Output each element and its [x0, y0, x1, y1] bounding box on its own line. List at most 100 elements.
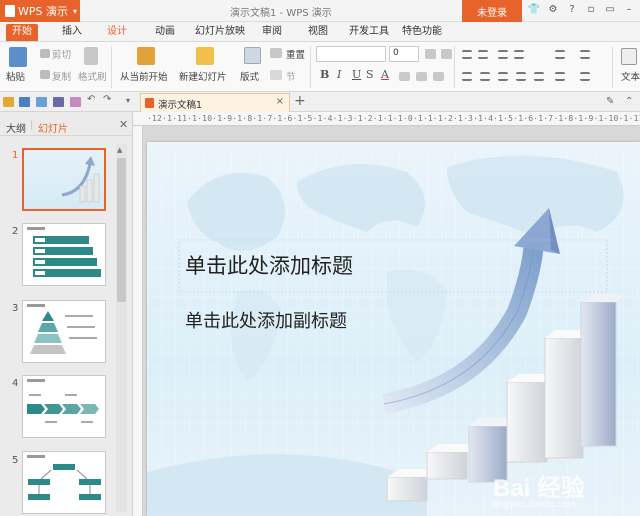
new-slide-button[interactable]: 新建幻灯片	[179, 69, 227, 83]
tab-outline[interactable]: 大纲	[6, 120, 26, 135]
export-pdf-icon[interactable]	[36, 97, 47, 107]
underline-button[interactable]: U	[352, 68, 361, 81]
text-direction-icon[interactable]	[580, 50, 590, 59]
tab-home[interactable]: 开始	[6, 24, 38, 41]
restore-icon[interactable]: ▭	[603, 3, 617, 17]
slide-number: 1	[12, 150, 19, 161]
subscript-icon[interactable]	[416, 72, 427, 81]
increase-indent-icon[interactable]	[514, 50, 524, 59]
preview-icon[interactable]	[70, 97, 81, 107]
panel-tabs: 大纲 | 幻灯片 ✕	[0, 112, 133, 136]
align-right-icon[interactable]	[498, 72, 508, 81]
help-icon[interactable]: ?	[565, 3, 579, 17]
tab-developer[interactable]: 开发工具	[349, 25, 389, 42]
new-tab-icon[interactable]: +	[294, 93, 306, 109]
print-icon[interactable]	[53, 97, 64, 107]
tab-slideshow[interactable]: 幻灯片放映	[195, 25, 245, 42]
cut-icon	[40, 49, 50, 58]
align-left-icon[interactable]	[462, 72, 472, 81]
window-title: 演示文稿1 - WPS 演示	[230, 8, 332, 19]
tab-insert[interactable]: 插入	[62, 25, 82, 42]
section-button[interactable]: 节	[286, 69, 296, 83]
skin-icon[interactable]: 👕	[527, 3, 541, 17]
tab-animation[interactable]: 动画	[155, 25, 175, 42]
line-spacing-icon[interactable]	[555, 50, 565, 59]
login-button[interactable]: 未登录	[462, 0, 522, 22]
watermark-brand: Bai 经验	[493, 475, 586, 502]
settings-icon[interactable]: ⚙	[546, 3, 560, 17]
text-box-icon	[621, 48, 637, 65]
font-size-select[interactable]: 0	[389, 46, 419, 62]
slide-thumbnail-1[interactable]	[22, 148, 106, 211]
thumbnail-pyramid-graphic	[27, 304, 97, 354]
slide-number: 5	[12, 455, 19, 466]
ribbon: 粘贴 剪切 复制 格式刷 从当前开始 新建幻灯片 版式 重置 节 0 B I U…	[0, 42, 640, 92]
bold-button[interactable]: B	[320, 68, 329, 81]
paste-button[interactable]: 粘贴	[6, 69, 25, 83]
title-bar: WPS 演示 ▾ 演示文稿1 - WPS 演示 未登录 👕 ⚙ ? ▫ ▭ –	[0, 0, 640, 22]
slide-thumbnail-5[interactable]	[22, 451, 106, 514]
from-current-button[interactable]: 从当前开始	[120, 69, 168, 83]
open-icon[interactable]	[3, 97, 14, 107]
reset-button[interactable]: 重置	[286, 47, 305, 61]
collapse-ribbon-icon[interactable]: ⌃	[625, 96, 633, 107]
thumbnail-cycle-graphic	[27, 455, 101, 500]
slide-thumbnail-2[interactable]	[22, 223, 106, 286]
document-tab[interactable]: 演示文稿1 ×	[140, 93, 290, 112]
close-tab-icon[interactable]: ×	[276, 96, 284, 107]
slide-number: 3	[12, 303, 19, 314]
cut-button[interactable]: 剪切	[52, 47, 71, 61]
superscript-icon[interactable]	[399, 72, 410, 81]
distribute-icon[interactable]	[534, 72, 544, 81]
font-name-select[interactable]	[316, 46, 386, 62]
shadow-button[interactable]: S	[366, 68, 374, 81]
text-box-button[interactable]: 文本	[621, 69, 640, 83]
slide-thumbnail-4[interactable]	[22, 375, 106, 438]
tools-icon[interactable]: ✎	[606, 96, 614, 107]
tab-special[interactable]: 特色功能	[402, 25, 442, 42]
italic-button[interactable]: I	[337, 68, 341, 81]
clear-format-icon[interactable]	[433, 72, 444, 81]
shrink-font-icon[interactable]	[441, 49, 452, 59]
bullets-icon[interactable]	[462, 50, 472, 59]
numbering-icon[interactable]	[478, 50, 488, 59]
section-icon	[270, 70, 282, 80]
thumbnail-process-graphic	[27, 379, 99, 423]
copy-button[interactable]: 复制	[52, 69, 71, 83]
tab-slides[interactable]: 幻灯片	[38, 120, 68, 135]
align-text-icon[interactable]	[580, 72, 590, 81]
tab-design[interactable]: 设计	[107, 25, 127, 42]
columns-icon[interactable]	[555, 72, 565, 81]
decrease-indent-icon[interactable]	[498, 50, 508, 59]
grow-font-icon[interactable]	[425, 49, 436, 59]
separator	[310, 46, 311, 88]
slide-number: 4	[12, 378, 19, 389]
watermark-url: jingyan.baidu.com	[493, 500, 577, 510]
justify-icon[interactable]	[516, 72, 526, 81]
slide-subtitle-placeholder[interactable]: 单击此处添加副标题	[185, 307, 347, 333]
tab-review[interactable]: 审阅	[262, 25, 282, 42]
pin-icon[interactable]: ▫	[584, 3, 598, 17]
scroll-up-icon[interactable]: ▲	[117, 146, 122, 154]
close-panel-icon[interactable]: ✕	[119, 118, 128, 131]
wps-logo-icon	[5, 5, 15, 17]
minimize-icon[interactable]: –	[622, 3, 636, 17]
paste-icon[interactable]	[9, 47, 27, 67]
horizontal-ruler: ·12·1·11·1·10·1·9·1·8·1·7·1·6·1·5·1·4·1·…	[133, 112, 640, 126]
align-center-icon[interactable]	[480, 72, 490, 81]
play-from-current-icon	[137, 47, 155, 65]
slide-1[interactable]: 单击此处添加标题 单击此处添加副标题 Bai 经验 jingyan.baidu.…	[147, 142, 640, 516]
save-icon[interactable]	[19, 97, 30, 107]
separator	[612, 46, 613, 88]
undo-icon[interactable]: ↶	[87, 94, 98, 105]
slide-title-placeholder[interactable]: 单击此处添加标题	[185, 250, 353, 280]
redo-icon[interactable]: ↷	[103, 94, 114, 105]
layout-button[interactable]: 版式	[240, 69, 259, 83]
format-painter-button[interactable]: 格式刷	[78, 69, 107, 83]
slide-thumbnail-3[interactable]	[22, 300, 106, 363]
tab-view[interactable]: 视图	[308, 25, 328, 42]
thumbnail-scrollbar-thumb[interactable]	[117, 158, 126, 302]
customize-icon[interactable]: ▾	[126, 96, 137, 106]
font-color-button[interactable]: A	[381, 68, 389, 81]
app-menu-button[interactable]: WPS 演示 ▾	[0, 0, 80, 22]
